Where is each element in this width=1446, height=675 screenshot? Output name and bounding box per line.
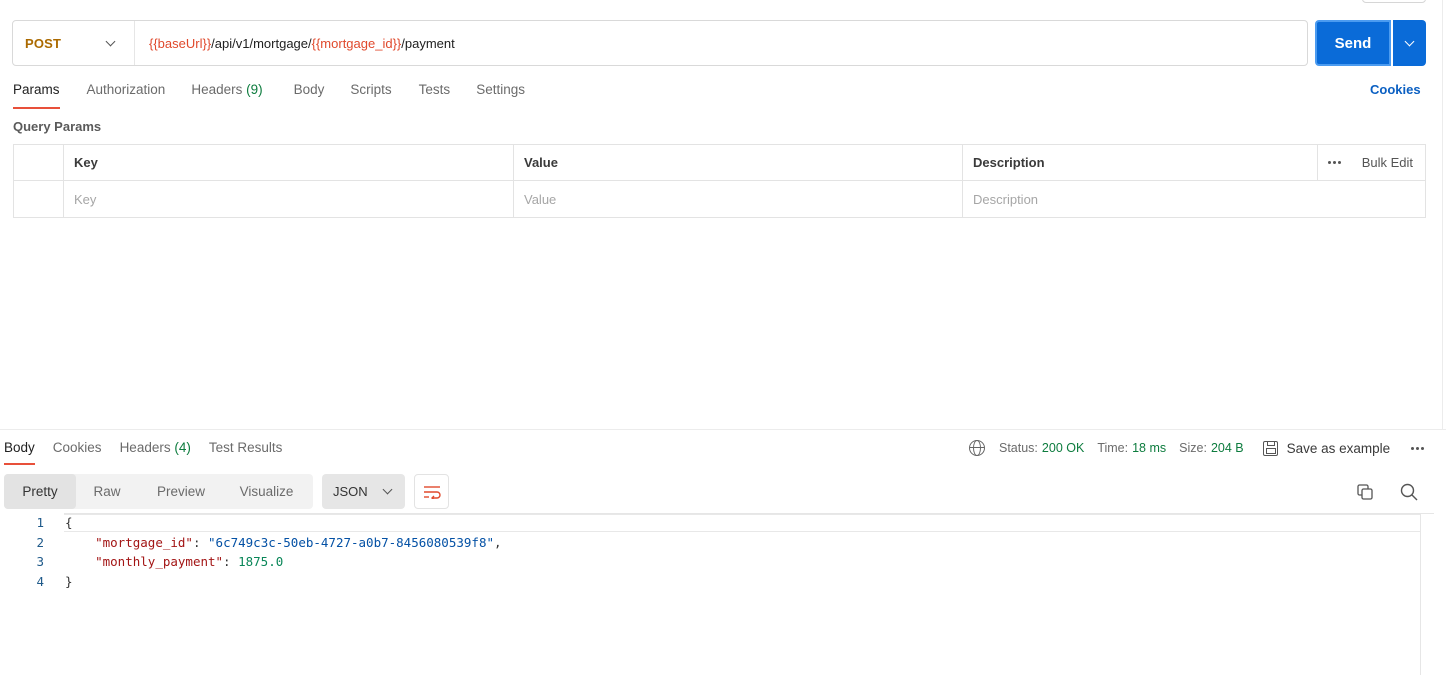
chevron-down-icon xyxy=(382,484,393,495)
more-icon[interactable] xyxy=(1411,446,1425,450)
value-input[interactable]: Value xyxy=(513,181,962,217)
size-value: 204 B xyxy=(1210,441,1244,455)
cookies-link[interactable]: Cookies xyxy=(1370,82,1421,97)
url-input[interactable]: {{baseUrl}}/api/v1/mortgage/{{mortgage_i… xyxy=(135,36,1307,51)
save-as-example-label: Save as example xyxy=(1286,440,1391,456)
send-button[interactable]: Send xyxy=(1315,20,1391,66)
current-line-highlight xyxy=(64,514,1420,532)
status-meta[interactable]: Status: 200 OK xyxy=(999,441,1084,455)
code-line: 1{ xyxy=(0,513,73,533)
time-value: 18 ms xyxy=(1132,441,1167,455)
view-mode-group: Pretty Raw Preview Visualize xyxy=(4,474,313,509)
table-actions: Bulk Edit xyxy=(1317,145,1425,180)
tab-authorization[interactable]: Authorization xyxy=(87,80,166,110)
scrollbar-track[interactable] xyxy=(1420,513,1421,675)
method-label: POST xyxy=(25,35,62,51)
table-header-row: Key Value Description Bulk Edit xyxy=(14,145,1425,181)
headers-count: (9) xyxy=(246,82,263,97)
globe-icon[interactable] xyxy=(969,440,985,456)
tab-params[interactable]: Params xyxy=(13,80,60,110)
column-header-description: Description xyxy=(962,145,1317,180)
method-select[interactable]: POST xyxy=(13,21,135,65)
json-open-brace: { xyxy=(65,515,73,531)
code-line: 4} xyxy=(0,572,73,592)
query-params-title: Query Params xyxy=(13,119,102,134)
tab-response-headers-label: Headers xyxy=(119,440,171,455)
copy-icon[interactable] xyxy=(1357,484,1373,500)
json-number-value: 1875.0 xyxy=(238,554,284,570)
url-variable-mortgage-id: {{mortgage_id}} xyxy=(311,35,402,51)
view-visualize-button[interactable]: Visualize xyxy=(224,474,309,509)
request-url-bar: POST {{baseUrl}}/api/v1/mortgage/{{mortg… xyxy=(12,20,1308,66)
table-row: Key Value Description xyxy=(14,181,1425,217)
json-key: "monthly_payment" xyxy=(95,554,224,570)
chevron-down-icon xyxy=(1404,36,1415,46)
line-number: 1 xyxy=(36,515,44,531)
tab-test-results[interactable]: Test Results xyxy=(209,438,283,466)
code-line: 2 "mortgage_id": "6c749c3c-50eb-4727-a0b… xyxy=(0,533,501,553)
time-label: Time: xyxy=(1097,441,1129,455)
json-key: "mortgage_id" xyxy=(95,534,193,550)
row-checkbox-cell xyxy=(14,181,63,217)
response-meta: Status: 200 OK Time: 18 ms Size: 204 B Save… xyxy=(969,438,1425,458)
response-tabs: Body Cookies Headers (4) Test Results xyxy=(4,438,282,466)
checkbox-column-header xyxy=(14,145,63,180)
wrap-lines-button[interactable] xyxy=(414,474,449,509)
json-close-brace: } xyxy=(65,573,73,589)
column-header-value: Value xyxy=(513,145,962,180)
tab-response-headers[interactable]: Headers (4) xyxy=(120,438,191,466)
tab-response-cookies[interactable]: Cookies xyxy=(53,438,102,466)
query-params-table: Key Value Description Bulk Edit Key Valu… xyxy=(13,144,1426,218)
view-pretty-button[interactable]: Pretty xyxy=(4,474,76,509)
view-preview-button[interactable]: Preview xyxy=(138,474,224,509)
pane-divider[interactable] xyxy=(0,429,1446,430)
time-meta[interactable]: Time: 18 ms xyxy=(1097,441,1166,455)
column-header-key: Key xyxy=(63,145,513,180)
status-label: Status: xyxy=(999,441,1038,455)
tab-body[interactable]: Body xyxy=(294,80,325,110)
save-as-example-button[interactable]: Save as example xyxy=(1262,440,1391,456)
line-number: 4 xyxy=(36,573,44,589)
line-number: 2 xyxy=(36,534,44,550)
search-icon[interactable] xyxy=(1400,483,1418,501)
format-select-label: JSON xyxy=(333,484,368,499)
tab-headers-label: Headers xyxy=(191,82,243,97)
bulk-edit-button[interactable]: Bulk Edit xyxy=(1362,155,1413,170)
code-line: 3 "monthly_payment": 1875.0 xyxy=(0,552,283,572)
tab-tests[interactable]: Tests xyxy=(419,80,451,110)
size-label: Size: xyxy=(1179,441,1207,455)
url-path-segment: /payment xyxy=(401,35,455,51)
wrap-icon xyxy=(423,485,441,499)
tab-response-body[interactable]: Body xyxy=(4,438,35,466)
more-icon[interactable] xyxy=(1328,161,1341,164)
tab-scripts[interactable]: Scripts xyxy=(350,80,391,110)
status-value: 200 OK xyxy=(1041,441,1085,455)
view-raw-button[interactable]: Raw xyxy=(76,474,138,509)
description-input[interactable]: Description xyxy=(962,181,1425,217)
url-variable-baseurl: {{baseUrl}} xyxy=(149,35,212,51)
panel-edge xyxy=(1442,0,1443,430)
send-options-button[interactable] xyxy=(1393,20,1426,66)
toolbar-button-edge xyxy=(1362,0,1426,3)
request-tabs: Params Authorization Headers (9) Body Sc… xyxy=(13,80,525,110)
response-body-viewer[interactable]: 1{ 2 "mortgage_id": "6c749c3c-50eb-4727-… xyxy=(0,513,1434,675)
save-icon xyxy=(1262,440,1278,456)
json-string-value: "6c749c3c-50eb-4727-a0b7-8456080539f8" xyxy=(208,534,494,550)
size-meta[interactable]: Size: 204 B xyxy=(1179,441,1243,455)
tab-headers[interactable]: Headers (9) xyxy=(191,80,262,110)
format-select[interactable]: JSON xyxy=(322,474,405,509)
tab-settings[interactable]: Settings xyxy=(476,80,525,110)
response-headers-count: (4) xyxy=(174,440,191,455)
url-path-segment: /api/v1/mortgage/ xyxy=(211,35,312,51)
chevron-down-icon xyxy=(105,36,116,46)
line-number: 3 xyxy=(36,554,44,570)
key-input[interactable]: Key xyxy=(63,181,513,217)
